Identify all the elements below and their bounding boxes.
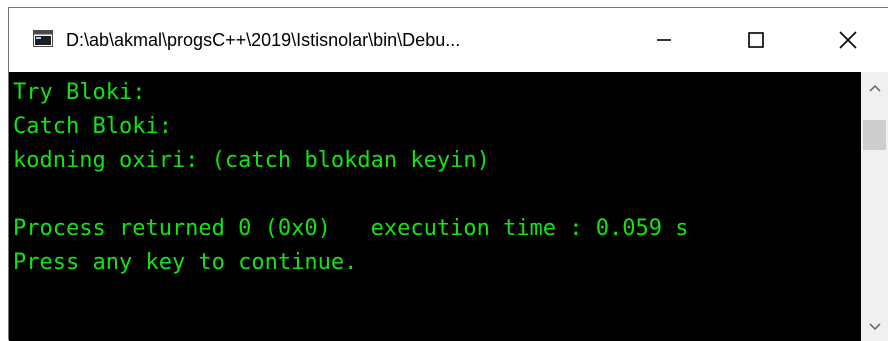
title-bar[interactable]: D:\ab\akmal\progsC++\2019\Istisnolar\bin… (9, 8, 888, 72)
chevron-up-icon (868, 84, 881, 92)
maximize-button[interactable] (724, 8, 788, 72)
console-line-press-key: Press any key to continue. (13, 250, 358, 275)
scrollbar-thumb[interactable] (863, 120, 886, 150)
console-window[interactable]: D:\ab\akmal\progsC++\2019\Istisnolar\bin… (8, 7, 888, 341)
close-icon (839, 31, 857, 49)
close-button[interactable] (816, 8, 880, 72)
console-output[interactable]: Try Bloki: Catch Bloki: kodning oxiri: (… (9, 72, 861, 341)
scroll-up-button[interactable] (861, 72, 888, 104)
window-title: D:\ab\akmal\progsC++\2019\Istisnolar\bin… (66, 30, 461, 50)
scroll-down-button[interactable] (861, 313, 888, 341)
console-line-process-returned: Process returned 0 (0x0) execution time … (13, 216, 689, 241)
minimize-icon (657, 39, 671, 41)
document-background-fragment (0, 0, 888, 7)
console-line-catch: Catch Bloki: (13, 114, 172, 139)
minimize-button[interactable] (632, 8, 696, 72)
console-line-try: Try Bloki: (13, 80, 146, 105)
console-line-end: kodning oxiri: (catch blokdan keyin) (13, 148, 490, 173)
console-window-icon[interactable] (33, 30, 53, 47)
chevron-down-icon (868, 323, 881, 331)
maximize-icon (748, 32, 764, 48)
vertical-scrollbar[interactable] (861, 72, 888, 341)
